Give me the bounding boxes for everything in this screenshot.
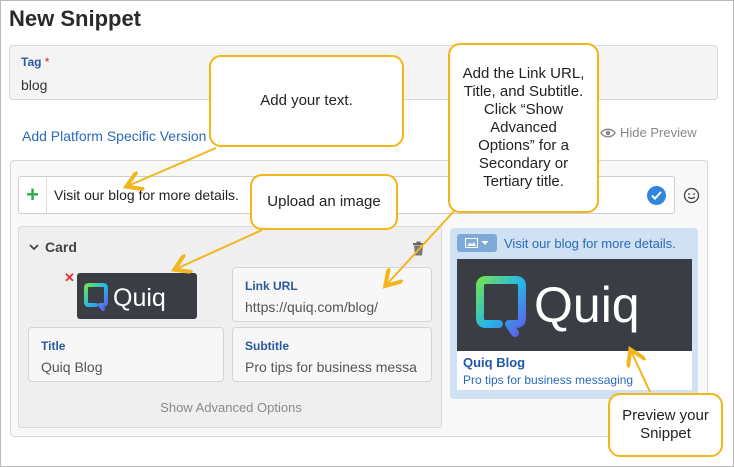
remove-image-icon[interactable]: ✕ [64,270,75,286]
callout-upload-image: Upload an image [250,174,398,230]
title-label: Title [41,339,66,353]
tag-label-text: Tag [21,55,42,69]
link-url-label: Link URL [245,279,298,293]
add-platform-link[interactable]: Add Platform Specific Version [22,128,206,144]
subtitle-label: Subtitle [245,339,289,353]
hide-preview-label: Hide Preview [620,125,697,140]
link-url-input[interactable]: https://quiq.com/blog/ [245,299,378,315]
quiq-logo: Quiq [475,276,640,337]
preview-card-subtitle: Pro tips for business messaging [463,373,634,387]
title-input[interactable]: Quiq Blog [41,359,102,375]
preview-message: Visit our blog for more details. [504,236,676,251]
preview-card[interactable]: Quiq Quiq Blog Pro tips for business mes… [457,259,692,390]
callout-preview: Preview your Snippet [608,393,723,457]
snippet-preview: Visit our blog for more details. Quiq Qu… [450,228,698,399]
chevron-down-icon [481,241,489,245]
hide-preview-toggle[interactable]: Hide Preview [600,125,697,140]
message-input[interactable]: Visit our blog for more details. [54,187,239,203]
required-marker: * [44,55,50,69]
card-image[interactable]: Quiq [77,273,197,319]
check-icon[interactable] [647,186,666,205]
card-heading: Card [45,239,77,255]
preview-image-menu[interactable] [457,234,497,252]
image-icon [465,238,478,248]
chevron-down-icon[interactable] [29,243,39,251]
card-header[interactable]: Card [29,239,77,255]
subtitle-field[interactable]: Subtitle Pro tips for business messa [232,327,432,382]
show-advanced-options-link[interactable]: Show Advanced Options [19,400,443,415]
preview-card-image: Quiq [457,259,692,351]
logo-text: Quiq [113,284,166,312]
subtitle-input[interactable]: Pro tips for business messa [245,359,425,375]
tag-label: Tag * [21,55,49,69]
title-field[interactable]: Title Quiq Blog [28,327,224,382]
page-title: New Snippet [9,6,142,31]
card-editor: Card ✕ Quiq Link URL https://quiq.com/bl… [18,226,442,428]
eye-icon [600,128,616,137]
tag-value[interactable]: blog [21,77,47,93]
preview-logo-text: Quiq [534,277,640,333]
callout-link-title-subtitle: Add the Link URL, Title, and Subtitle. C… [448,43,599,213]
smiley-icon[interactable] [683,187,700,204]
preview-card-title: Quiq Blog [463,355,526,370]
trash-icon[interactable] [412,241,425,256]
callout-add-text: Add your text. [209,55,404,147]
plus-icon[interactable]: + [19,177,47,213]
link-url-field[interactable]: Link URL https://quiq.com/blog/ [232,267,432,322]
quiq-logo: Quiq [84,283,166,312]
